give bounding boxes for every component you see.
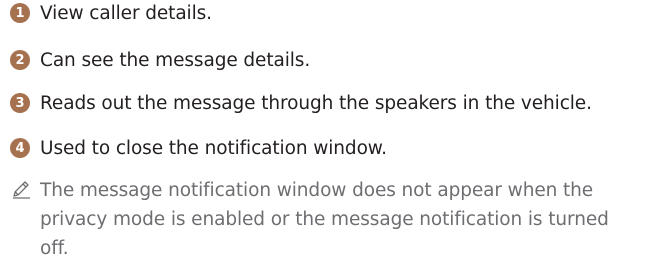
number-badge: 2 bbox=[10, 50, 30, 70]
number-badge: 3 bbox=[10, 93, 30, 113]
list-item-text: Used to close the notification window. bbox=[40, 137, 387, 159]
number-badge: 4 bbox=[10, 138, 30, 158]
number-badge: 1 bbox=[10, 3, 30, 23]
list-item-text: View caller details. bbox=[40, 2, 212, 24]
note-text: The message notification window does not… bbox=[40, 180, 609, 259]
pencil-icon bbox=[10, 178, 32, 200]
list-item-text: Reads out the message through the speake… bbox=[40, 92, 592, 114]
list-item-text: Can see the message details. bbox=[40, 49, 311, 71]
